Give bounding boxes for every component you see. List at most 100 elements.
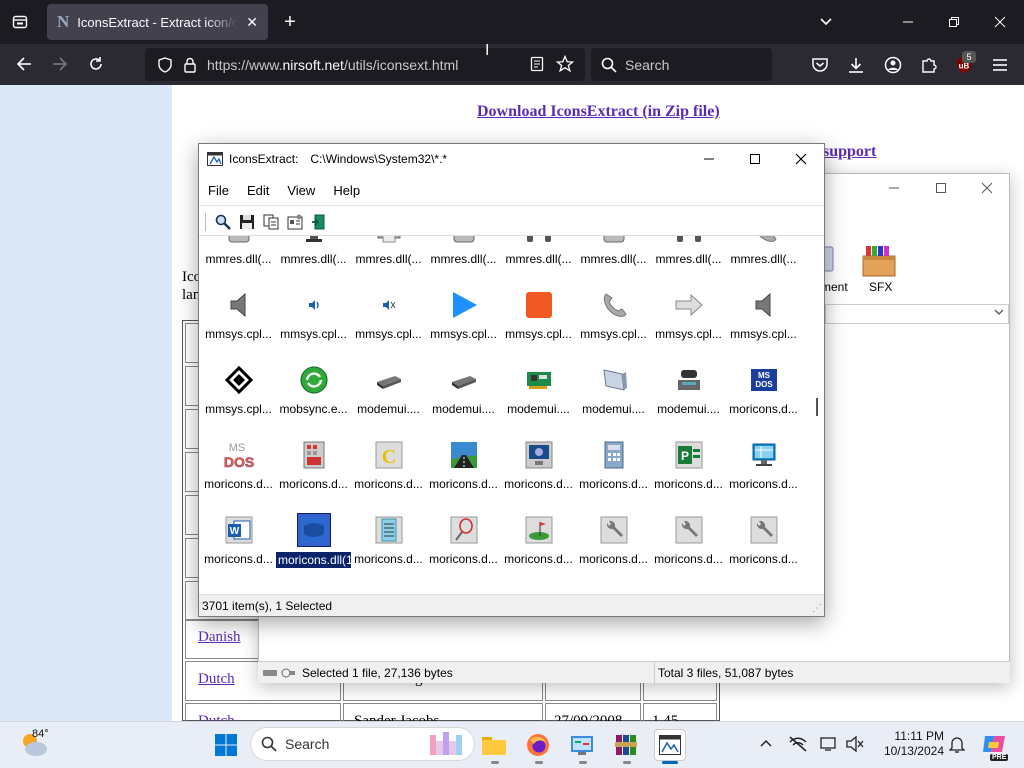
icon-grid-item[interactable]: MS DOS moricons.d... bbox=[726, 364, 801, 416]
hamburger-menu-icon[interactable] bbox=[990, 55, 1010, 75]
icon-grid-item[interactable]: Wmoricons.d... bbox=[201, 514, 276, 566]
icon-grid-item[interactable]: modemui.... bbox=[576, 364, 651, 416]
icon-grid-item[interactable]: mmsys.cpl... bbox=[276, 289, 351, 341]
icon-grid-item[interactable]: mmres.dll(... bbox=[276, 236, 351, 266]
icon-grid-item[interactable]: Cmoricons.d... bbox=[351, 439, 426, 491]
icon-grid-item[interactable]: moricons.d... bbox=[726, 439, 801, 491]
icon-grid-item[interactable]: mmres.dll(... bbox=[426, 236, 501, 266]
volume-muted-icon[interactable] bbox=[846, 735, 864, 753]
iconsextract-taskbar-icon[interactable] bbox=[654, 729, 686, 761]
lock-icon[interactable] bbox=[183, 57, 197, 73]
icon-grid-item[interactable]: modemui.... bbox=[426, 364, 501, 416]
close-icon[interactable] bbox=[990, 12, 1010, 32]
icon-grid-item[interactable]: moricons.d... bbox=[501, 514, 576, 566]
icon-grid-item[interactable]: moricons.d... bbox=[501, 439, 576, 491]
bg-dropdown[interactable] bbox=[825, 304, 1009, 324]
icon-grid-item[interactable]: moricons.d... bbox=[351, 514, 426, 566]
pocket-icon[interactable] bbox=[810, 55, 830, 75]
tab-iconsextract[interactable]: N IconsExtract - Extract icon/curs ✕ bbox=[47, 4, 268, 40]
reader-view-icon[interactable] bbox=[528, 55, 546, 73]
language-link-dutch[interactable]: Dutch bbox=[198, 671, 235, 687]
tab-close-icon[interactable]: ✕ bbox=[246, 14, 258, 31]
tracking-protection-shield-icon[interactable] bbox=[157, 56, 173, 73]
icon-grid-item[interactable]: mmres.dll(... bbox=[201, 236, 276, 266]
control-panel-icon[interactable] bbox=[566, 729, 598, 761]
icon-grid-item[interactable]: moricons.d... bbox=[426, 514, 501, 566]
bg-close-icon[interactable] bbox=[977, 180, 997, 196]
icon-grid-item[interactable]: moricons.d... bbox=[651, 514, 726, 566]
display-monitor-icon[interactable] bbox=[820, 735, 840, 753]
icon-grid-item[interactable]: mmsys.cpl... bbox=[726, 289, 801, 341]
icon-grid-item[interactable]: moricons.dll(11) bbox=[276, 513, 351, 568]
icon-grid-item[interactable]: moricons.d... bbox=[576, 514, 651, 566]
winrar-books-icon[interactable] bbox=[610, 729, 642, 761]
exit-door-icon[interactable] bbox=[309, 212, 329, 232]
download-zip-link[interactable]: Download IconsExtract (in Zip file) bbox=[477, 103, 720, 121]
icon-grid-item[interactable]: mmsys.cpl... bbox=[201, 289, 276, 341]
scrollbar-thumb[interactable] bbox=[816, 398, 818, 416]
extensions-puzzle-icon[interactable] bbox=[919, 55, 939, 75]
find-magnifier-icon[interactable] bbox=[213, 212, 233, 232]
new-tab-icon[interactable]: + bbox=[280, 11, 300, 33]
icon-grid-item[interactable]: modemui.... bbox=[651, 364, 726, 416]
icon-grid-item[interactable]: mmres.dll(... bbox=[576, 236, 651, 266]
icon-grid-item[interactable]: Pmoricons.d... bbox=[651, 439, 726, 491]
menu-view[interactable]: View bbox=[278, 183, 324, 198]
icon-grid-item[interactable]: modemui.... bbox=[351, 364, 426, 416]
file-explorer-folder-icon[interactable] bbox=[478, 729, 510, 761]
menu-file[interactable]: File bbox=[199, 183, 238, 198]
restore-icon[interactable] bbox=[944, 12, 964, 32]
network-offline-icon[interactable] bbox=[788, 735, 808, 753]
icon-grid-item[interactable]: moricons.d... bbox=[726, 514, 801, 566]
icon-grid[interactable]: mmres.dll(... mmres.dll(... mmres.dll(... m… bbox=[201, 236, 811, 592]
bg-maximize-icon[interactable] bbox=[931, 180, 951, 196]
iconsextract-window[interactable]: IconsExtract: C:\Windows\System32\*.* Fi… bbox=[198, 143, 825, 617]
icon-grid-item[interactable]: mmsys.cpl... bbox=[351, 289, 426, 341]
support-link[interactable]: support bbox=[823, 143, 876, 161]
icon-grid-item[interactable]: modemui.... bbox=[501, 364, 576, 416]
resize-grip-icon[interactable]: ⋰ bbox=[812, 603, 822, 614]
taskbar-search-box[interactable]: Search bbox=[250, 727, 475, 761]
sfx-archive-icon[interactable] bbox=[859, 242, 899, 278]
icon-grid-item[interactable]: mmsys.cpl... bbox=[576, 289, 651, 341]
icon-grid-item[interactable]: mmsys.cpl... bbox=[501, 289, 576, 341]
system-clock[interactable]: 11:11 PM 10/13/2024 bbox=[868, 729, 944, 759]
menu-help[interactable]: Help bbox=[324, 183, 369, 198]
menu-edit[interactable]: Edit bbox=[238, 183, 278, 198]
icon-grid-item[interactable]: mobsync.e... bbox=[276, 364, 351, 416]
list-all-tabs-chevron-icon[interactable] bbox=[816, 12, 836, 32]
address-bar[interactable]: https://www.nirsoft.net/utils/iconsext.h… bbox=[145, 48, 585, 81]
icon-grid-item[interactable]: moricons.d... bbox=[426, 439, 501, 491]
tray-chevron-up-icon[interactable] bbox=[758, 736, 774, 752]
firefox-view-icon[interactable] bbox=[10, 12, 30, 32]
icon-grid-item[interactable]: mmres.dll(... bbox=[351, 236, 426, 266]
window-close-button[interactable] bbox=[778, 144, 824, 174]
downloads-icon[interactable] bbox=[846, 55, 866, 75]
notification-bell-icon[interactable] bbox=[948, 735, 966, 753]
save-floppy-icon[interactable] bbox=[237, 212, 257, 232]
language-link-danish[interactable]: Danish bbox=[198, 629, 241, 645]
browser-search-box[interactable]: Search bbox=[591, 48, 772, 81]
copy-icon[interactable] bbox=[261, 212, 281, 232]
icon-grid-item[interactable]: moricons.d... bbox=[576, 439, 651, 491]
account-icon[interactable] bbox=[883, 55, 903, 75]
icon-grid-item[interactable]: mmsys.cpl... bbox=[651, 289, 726, 341]
forward-arrow-icon[interactable] bbox=[50, 54, 70, 74]
icon-grid-item[interactable]: mmsys.cpl... bbox=[426, 289, 501, 341]
firefox-icon[interactable] bbox=[522, 729, 554, 761]
icon-grid-item[interactable]: MS DOS moricons.d... bbox=[201, 439, 276, 491]
bg-minimize-icon[interactable] bbox=[884, 180, 904, 196]
reload-icon[interactable] bbox=[86, 54, 106, 74]
minimize-icon[interactable] bbox=[898, 12, 918, 32]
icon-grid-item[interactable]: mmres.dll(... bbox=[726, 236, 801, 266]
window-maximize-button[interactable] bbox=[732, 144, 778, 174]
start-windows-logo-icon[interactable] bbox=[210, 729, 242, 761]
window-minimize-button[interactable] bbox=[686, 144, 732, 174]
icon-grid-item[interactable]: mmsys.cpl... bbox=[201, 364, 276, 416]
icon-grid-item[interactable]: mmres.dll(... bbox=[501, 236, 576, 266]
vertical-scrollbar[interactable] bbox=[810, 236, 824, 592]
bookmark-star-icon[interactable] bbox=[556, 55, 574, 73]
properties-icon[interactable] bbox=[285, 212, 305, 232]
back-arrow-icon[interactable] bbox=[14, 54, 34, 74]
icon-grid-item[interactable]: mmres.dll(... bbox=[651, 236, 726, 266]
